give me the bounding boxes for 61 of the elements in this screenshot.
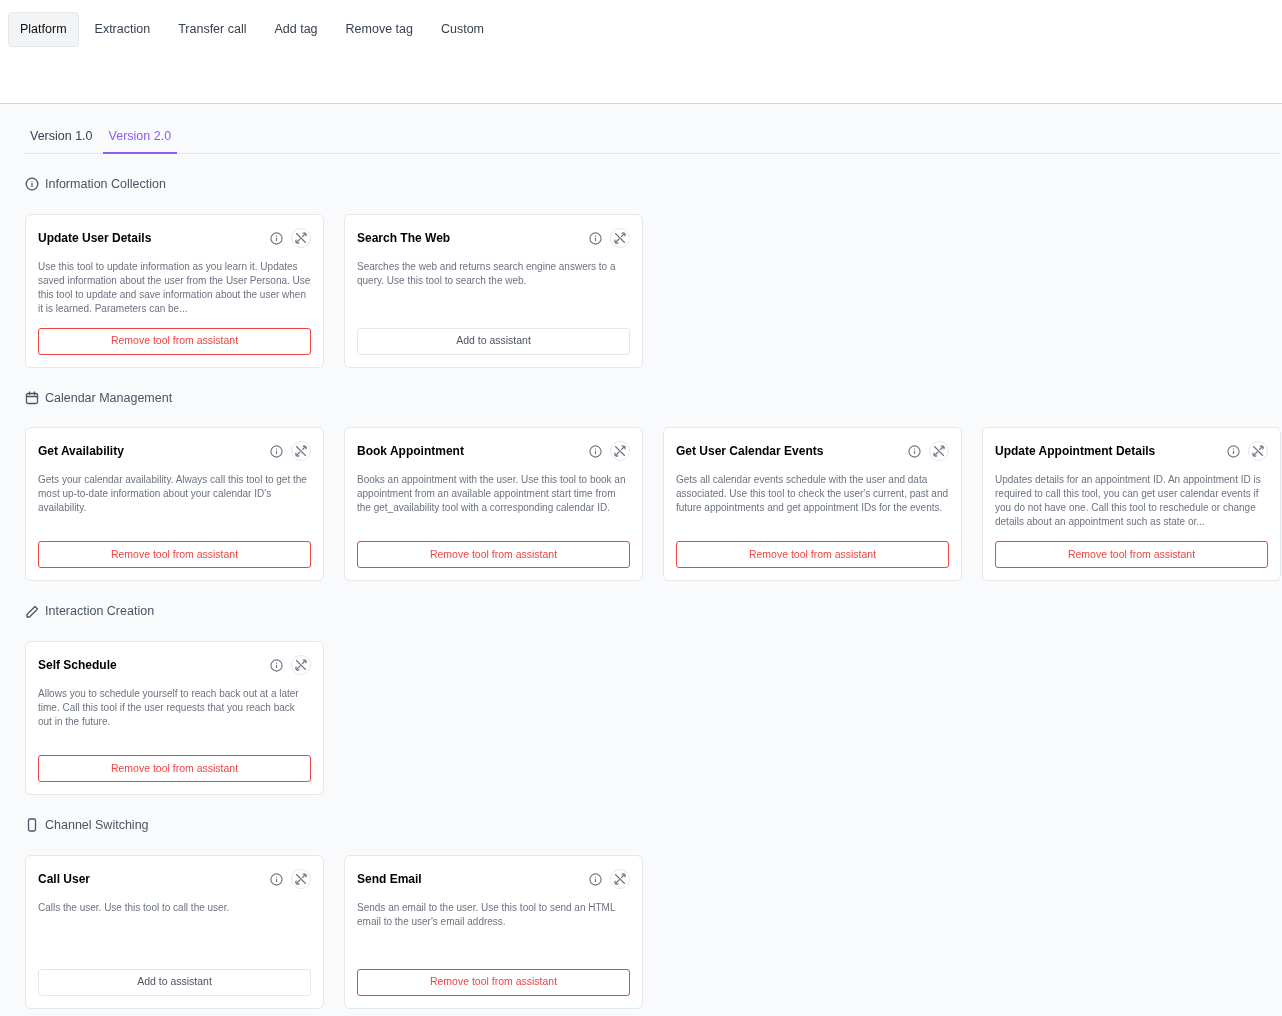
tools-button[interactable] [291, 441, 311, 462]
remove-tool-button[interactable]: Remove tool from assistant [676, 541, 949, 569]
tools-button[interactable] [610, 441, 630, 462]
tool-description: Updates details for an appointment ID. An appointment ID is required to call this tool, you can get user calendar events if you do not have one. Call this tool to reschedule or change details about an appointment such as state or... [995, 473, 1262, 530]
remove-tool-button[interactable]: Remove tool from assistant [38, 541, 311, 569]
tool-title: Self Schedule [38, 657, 118, 674]
tool-title: Book Appointment [357, 443, 465, 461]
tab[interactable]: Extraction [82, 12, 163, 47]
remove-tool-button[interactable]: Remove tool from assistant [357, 968, 630, 996]
tool-title: Update Appointment Details [995, 443, 1157, 461]
info-icon[interactable] [908, 445, 921, 459]
remove-tool-button[interactable]: Remove tool from assistant [357, 541, 630, 569]
tools-button[interactable] [291, 227, 311, 248]
tool-title: Call User [38, 870, 92, 888]
tab[interactable]: Platform [8, 12, 79, 47]
info-icon[interactable] [589, 872, 602, 886]
tools-button[interactable] [291, 655, 311, 675]
section-title: Interaction Creation [45, 603, 155, 621]
tab[interactable]: Transfer call [166, 12, 259, 47]
tool-title: Search The Web [357, 229, 452, 247]
remove-tool-button[interactable]: Remove tool from assistant [38, 327, 311, 355]
add-to-assistant-button[interactable]: Add to assistant [357, 327, 630, 355]
tools-button[interactable] [291, 868, 311, 889]
pencil-icon [25, 604, 39, 619]
tool-title: Update User Details [38, 229, 153, 247]
tool-title: Get User Calendar Events [676, 443, 825, 461]
tools-button[interactable] [610, 868, 630, 889]
tool-description: Gets all calendar events schedule with the user and data associated. Use this tool to check the user's current, past and future appointments and get appointment IDs for the events. [676, 473, 949, 516]
tool-description: Allows you to schedule yourself to reach back out at a later time. Call this tool if the user requests that you reach back out in the future. [38, 687, 300, 729]
tools-button[interactable] [1248, 441, 1268, 462]
info-icon [25, 177, 39, 192]
section-title: Calendar Management [45, 389, 173, 407]
tool-description: Gets your calendar availability. Always call this tool to get the most up-to-date information about your calendar ID's availability. [38, 473, 308, 516]
info-icon[interactable] [270, 659, 283, 672]
tools-button[interactable] [610, 227, 630, 248]
tool-title: Send Email [357, 870, 423, 888]
info-icon[interactable] [270, 445, 283, 459]
remove-tool-button[interactable]: Remove tool from assistant [38, 755, 311, 782]
section-title: Channel Switching [45, 817, 149, 834]
tab[interactable]: Add tag [262, 12, 330, 47]
phone-icon [25, 818, 39, 833]
tool-description: Sends an email to the user. Use this tool to send an HTML email to the user's email address. [357, 900, 617, 929]
tool-description: Use this tool to update information as you learn it. Updates saved information about the user from the User Persona. Use this tool to update and save information about the user when it is learned. Parameters can be... [38, 259, 311, 316]
info-icon[interactable] [589, 445, 602, 459]
version-tab[interactable]: Version 1.0 [24, 124, 99, 154]
section-title: Information Collection [45, 175, 166, 193]
tool-description: Calls the user. Use this tool to call the user. [38, 900, 231, 915]
tab[interactable]: Custom [428, 12, 497, 47]
info-icon[interactable] [270, 231, 283, 245]
tab[interactable]: Remove tag [333, 12, 425, 47]
calendar-icon [25, 390, 39, 405]
add-to-assistant-button[interactable]: Add to assistant [38, 968, 311, 996]
info-icon[interactable] [589, 231, 602, 245]
tool-title: Get Availability [38, 443, 125, 461]
tools-button[interactable] [929, 441, 949, 462]
remove-tool-button[interactable]: Remove tool from assistant [995, 541, 1268, 569]
tool-description: Searches the web and returns search engine answers to a query. Use this tool to search the web. [357, 259, 617, 288]
version-tab[interactable]: Version 2.0 [102, 124, 178, 154]
tool-description: Books an appointment with the user. Use this tool to book an appointment from an available appointment start time from the get_availability tool with a corresponding calendar ID. [357, 473, 627, 516]
info-icon[interactable] [1227, 445, 1240, 459]
info-icon[interactable] [270, 872, 283, 886]
